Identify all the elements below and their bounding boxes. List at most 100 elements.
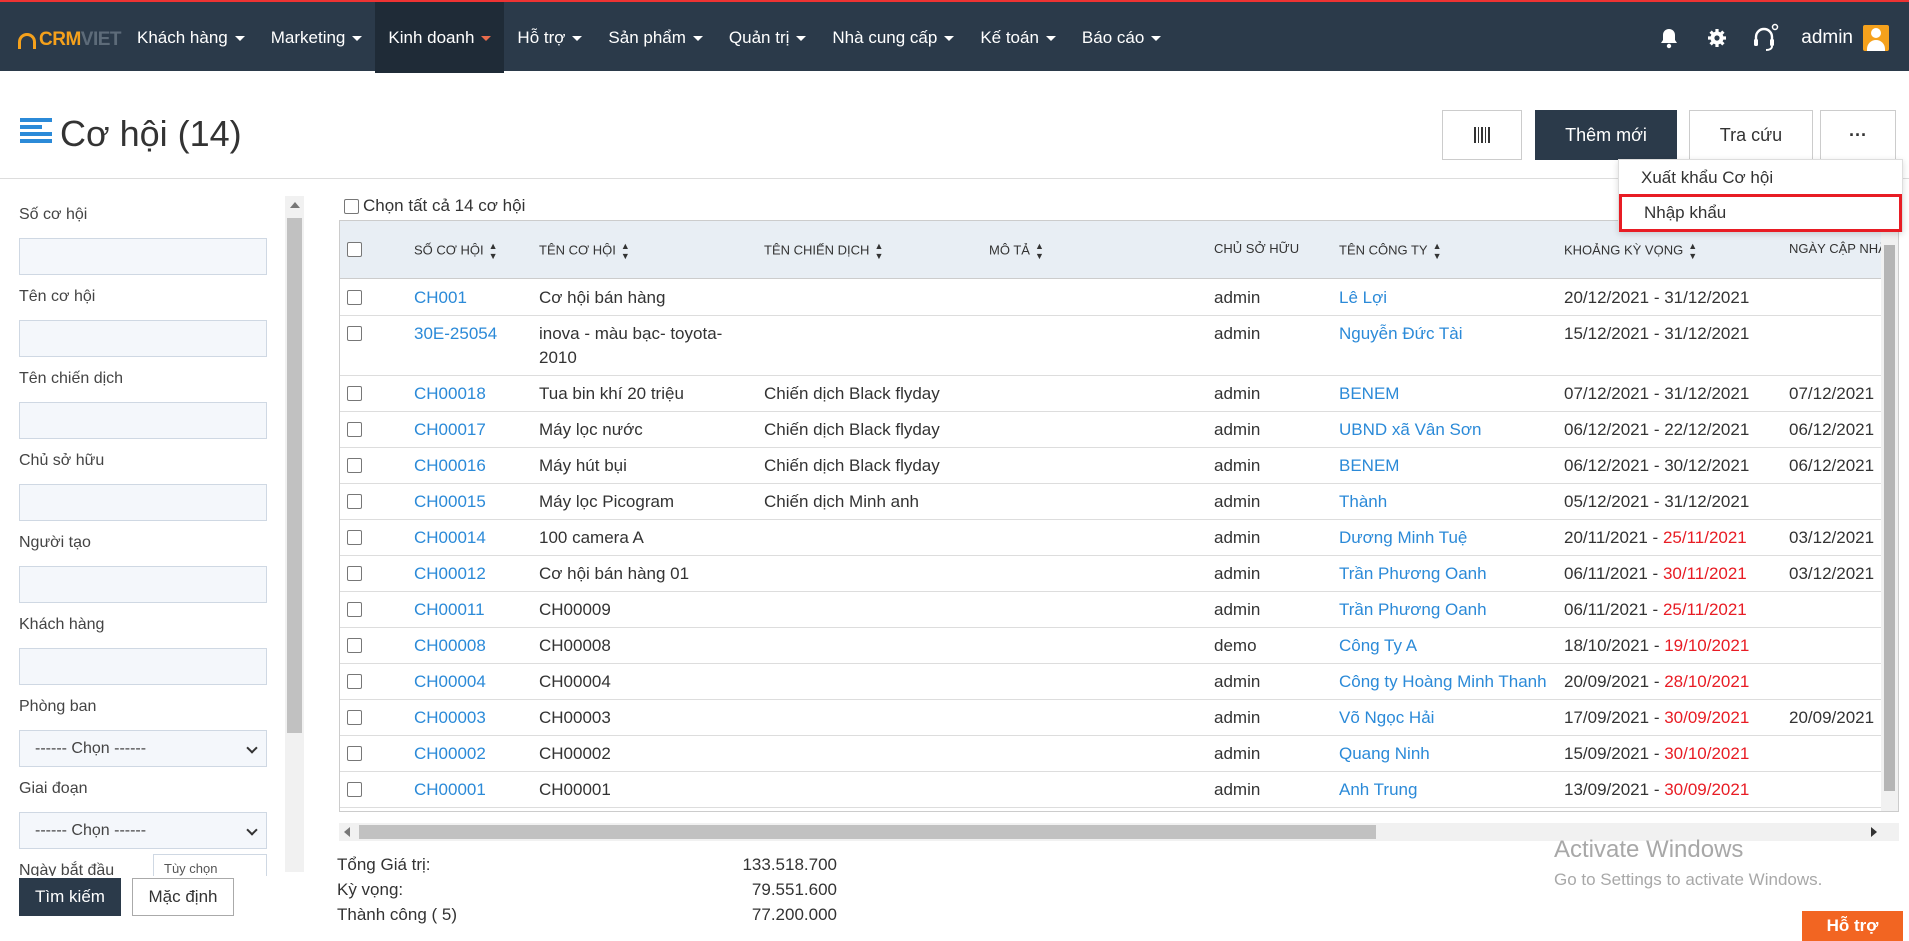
company-link[interactable]: Lê Lợi [1339,288,1387,308]
table-row[interactable]: CH00004 CH00004 admin Công ty Hoàng Minh Th… [340,664,1883,700]
ten-co-hoi-input[interactable] [19,320,267,357]
col-khoang-ky-vong[interactable]: KHOẢNG KỲ VỌNG ▲ ▼ [1564,241,1697,261]
company-link[interactable]: Trần Phương Oanh [1339,600,1487,620]
opportunity-id-link[interactable]: CH00017 [414,420,486,440]
company-link[interactable]: Công Ty A [1339,636,1417,656]
col-ten-co-hoi[interactable]: TÊN CƠ HỘI ▲ ▼ [539,241,630,261]
menu-san-pham[interactable]: Sản phẩm [595,2,716,73]
chu-so-huu-input[interactable] [19,484,267,521]
barcode-button[interactable] [1442,110,1522,160]
gear-icon[interactable] [1693,2,1741,73]
table-row[interactable]: 30E-25054 inova - màu bạc- toyota- 2010 adm… [340,316,1883,376]
row-checkbox[interactable] [347,602,362,617]
scroll-thumb[interactable] [287,218,302,733]
headset-icon[interactable] [1741,2,1789,73]
so-co-hoi-input[interactable] [19,238,267,275]
opportunity-id-link[interactable]: CH00001 [414,780,486,800]
menu-ke-toan[interactable]: Kế toán [967,2,1069,73]
search-button[interactable]: Tìm kiếm [19,878,121,916]
opportunity-id-link[interactable]: CH00003 [414,708,486,728]
opportunity-id-link[interactable]: CH00014 [414,528,486,548]
menu-bao-cao[interactable]: Báo cáo [1069,2,1174,73]
col-ten-cong-ty[interactable]: TÊN CÔNG TY ▲ ▼ [1339,241,1442,261]
company-link[interactable]: Thành [1339,492,1387,512]
row-checkbox[interactable] [347,710,362,725]
company-link[interactable]: UBND xã Vân Sơn [1339,420,1481,440]
company-link[interactable]: Võ Ngọc Hải [1339,708,1434,728]
phong-ban-select[interactable]: ------ Chọn ------ [19,730,267,767]
table-row[interactable]: CH00015 Máy lọc Picogram Chiến dịch Minh a… [340,484,1883,520]
opportunity-id-link[interactable]: CH00002 [414,744,486,764]
col-chu-so-huu[interactable]: CHỦ SỞ HỮU [1214,241,1299,256]
col-ngay-cap-nhat[interactable]: NGÀY CẬP NHẬT [1789,241,1895,256]
nguoi-tao-input[interactable] [19,566,267,603]
scroll-right-icon[interactable] [1871,827,1877,837]
menu-khach-hang[interactable]: Khách hàng [124,2,258,73]
row-checkbox[interactable] [347,566,362,581]
row-checkbox[interactable] [347,638,362,653]
row-checkbox[interactable] [347,290,362,305]
table-row[interactable]: CH00011 CH00009 admin Trần Phương Oanh 06/11… [340,592,1883,628]
opportunity-id-link[interactable]: CH00004 [414,672,486,692]
col-mo-ta[interactable]: MÔ TẢ ▲ ▼ [989,241,1044,261]
giai-doan-select[interactable]: ------ Chọn ------ [19,812,267,849]
company-link[interactable]: Dương Minh Tuệ [1339,528,1467,548]
col-so-co-hoi[interactable]: SỐ CƠ HỘI ▲ ▼ [414,241,498,261]
row-checkbox[interactable] [347,530,362,545]
table-row[interactable]: CH00014 100 camera A admin Dương Minh Tuệ 20… [340,520,1883,556]
add-new-button[interactable]: Thêm mới [1535,110,1677,160]
opportunity-id-link[interactable]: CH00011 [414,600,485,620]
company-link[interactable]: Trần Phương Oanh [1339,564,1487,584]
menu-kinh-doanh[interactable]: Kinh doanh [375,2,505,73]
row-checkbox[interactable] [347,386,362,401]
menu-nha-cung-cap[interactable]: Nhà cung cấp [819,2,967,73]
opportunity-id-link[interactable]: 30E-25054 [414,324,497,344]
row-checkbox[interactable] [347,458,362,473]
table-row[interactable]: CH00017 Máy lọc nước Chiến dịch Black flyd… [340,412,1883,448]
sidebar-scrollbar[interactable] [285,196,304,872]
scroll-left-icon[interactable] [344,827,350,837]
table-row[interactable]: CH00002 CH00002 admin Quang Ninh 15/09/2021 … [340,736,1883,772]
col-ten-chien-dich[interactable]: TÊN CHIẾN DỊCH ▲ ▼ [764,241,883,261]
default-button[interactable]: Mặc định [132,878,234,916]
export-opportunities-item[interactable]: Xuất khẩu Cơ hội [1619,160,1902,195]
lookup-button[interactable]: Tra cứu [1689,110,1813,160]
table-row[interactable]: CH00012 Cơ hội bán hàng 01 admin Trần Phươn… [340,556,1883,592]
row-checkbox[interactable] [347,326,362,341]
ten-chien-dich-input[interactable] [19,402,267,439]
company-link[interactable]: Quang Ninh [1339,744,1430,764]
table-row[interactable]: CH00018 Tua bin khí 20 triệu Chiến dịch Bl… [340,376,1883,412]
row-checkbox[interactable] [347,422,362,437]
opportunity-id-link[interactable]: CH00016 [414,456,486,476]
menu-ho-tro[interactable]: Hỗ trợ [504,2,595,73]
menu-quan-tri[interactable]: Quản trị [716,2,819,73]
company-link[interactable]: Công ty Hoàng Minh Thanh [1339,672,1547,692]
row-checkbox[interactable] [347,746,362,761]
opportunity-id-link[interactable]: CH00012 [414,564,486,584]
table-row[interactable]: CH001 Cơ hội bán hàng admin Lê Lợi 20/12/202… [340,280,1883,316]
table-row[interactable]: CH00016 Máy hút bụi Chiến dịch Black flyda… [340,448,1883,484]
row-checkbox[interactable] [347,494,362,509]
menu-marketing[interactable]: Marketing [258,2,376,73]
company-link[interactable]: BENEM [1339,384,1399,404]
company-link[interactable]: BENEM [1339,456,1399,476]
opportunity-id-link[interactable]: CH00015 [414,492,486,512]
scroll-thumb[interactable] [1884,245,1895,791]
import-item[interactable]: Nhập khẩu [1619,194,1902,232]
select-all-checkbox[interactable] [344,198,359,214]
opportunity-id-link[interactable]: CH00008 [414,636,486,656]
table-row[interactable]: CH00001 CH00001 admin Anh Trung 13/09/2021 -… [340,772,1883,808]
more-options-button[interactable]: ··· [1820,110,1896,160]
khach-hang-input[interactable] [19,648,267,685]
table-vertical-scrollbar[interactable] [1881,221,1898,811]
row-checkbox[interactable] [347,674,362,689]
bell-icon[interactable] [1645,2,1693,73]
table-row[interactable]: CH00008 CH00008 demo Công Ty A 18/10/2021 - … [340,628,1883,664]
table-row[interactable]: CH00003 CH00003 admin Võ Ngọc Hải 17/09/2021… [340,700,1883,736]
scroll-thumb[interactable] [359,825,1376,839]
company-link[interactable]: Nguyễn Đức Tài [1339,324,1463,344]
ngay-bat-dau-select[interactable]: Tùy chọn [153,854,267,876]
user-menu[interactable]: admin [1801,24,1889,51]
opportunity-id-link[interactable]: CH001 [414,288,467,308]
row-checkbox[interactable] [347,782,362,797]
